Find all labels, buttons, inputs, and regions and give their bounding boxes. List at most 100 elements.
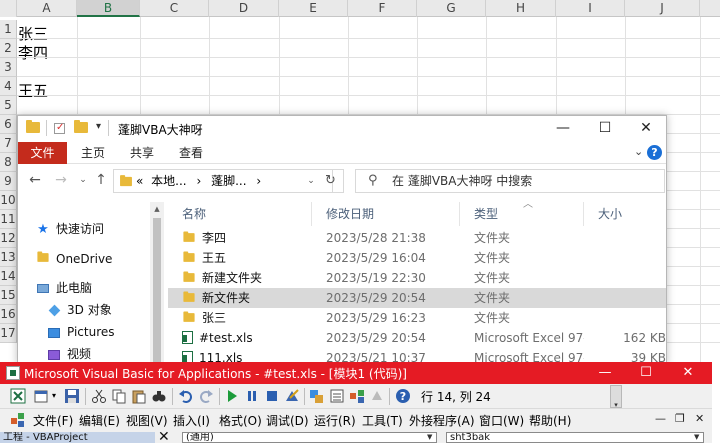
column-header-b[interactable]: B bbox=[77, 0, 140, 17]
breadcrumb-separator[interactable]: › bbox=[196, 174, 201, 188]
column-header-a[interactable]: A bbox=[17, 0, 77, 17]
menu-debug[interactable]: 调试(D) bbox=[266, 412, 309, 429]
cell-a4[interactable]: 王五 bbox=[18, 80, 48, 102]
row-header-8[interactable]: 8 bbox=[0, 153, 17, 172]
copy-icon[interactable] bbox=[111, 388, 127, 404]
vba-close-button[interactable]: ✕ bbox=[668, 362, 708, 384]
menu-edit[interactable]: 编辑(E) bbox=[79, 412, 120, 429]
column-header-j[interactable]: J bbox=[625, 0, 700, 17]
address-dropdown-icon[interactable]: ⌄ bbox=[304, 169, 318, 193]
address-overflow-icon[interactable]: « bbox=[136, 174, 143, 188]
ribbon-tab-share[interactable]: 共享 bbox=[130, 142, 154, 164]
row-header-16[interactable]: 16 bbox=[0, 305, 17, 324]
project-explorer-icon[interactable] bbox=[309, 388, 325, 404]
nav-item-onedrive[interactable]: OneDrive bbox=[36, 248, 112, 270]
vba-minimize-button[interactable]: — bbox=[585, 362, 625, 384]
menu-help[interactable]: 帮助(H) bbox=[529, 412, 571, 429]
toolbar-options-chevron-icon[interactable]: ▾ bbox=[610, 385, 622, 409]
child-restore-icon[interactable]: ❐ bbox=[675, 412, 685, 425]
column-header-d[interactable]: D bbox=[209, 0, 279, 17]
file-row[interactable]: 新建文件夹 2023/5/19 22:30 文件夹 bbox=[168, 268, 666, 288]
help-icon[interactable]: ? bbox=[647, 145, 662, 160]
breadcrumb-separator[interactable]: › bbox=[256, 174, 261, 188]
redo-icon[interactable] bbox=[198, 388, 214, 404]
column-header-g[interactable]: G bbox=[417, 0, 486, 17]
row-header-10[interactable]: 10 bbox=[0, 191, 17, 210]
breadcrumb-local[interactable]: 本地... bbox=[151, 174, 186, 188]
paste-icon[interactable] bbox=[131, 388, 147, 404]
up-arrow-icon[interactable]: ↑ bbox=[92, 172, 110, 188]
ribbon-tab-home[interactable]: 主页 bbox=[81, 142, 105, 164]
menu-window[interactable]: 窗口(W) bbox=[479, 412, 524, 429]
scroll-up-arrow-icon[interactable]: ▲ bbox=[150, 202, 164, 216]
child-close-icon[interactable]: ✕ bbox=[695, 412, 704, 425]
row-header-12[interactable]: 12 bbox=[0, 229, 17, 248]
file-row[interactable]: 王五 2023/5/29 16:04 文件夹 bbox=[168, 248, 666, 268]
row-header-4[interactable]: 4 bbox=[0, 77, 17, 96]
file-row[interactable]: #test.xls 2023/5/29 20:54 Microsoft Excel … bbox=[168, 328, 666, 348]
column-header-e[interactable]: E bbox=[279, 0, 348, 17]
child-minimize-icon[interactable]: — bbox=[655, 412, 666, 425]
nav-item-3d-objects[interactable]: 3D 对象 bbox=[47, 299, 112, 321]
menu-view[interactable]: 视图(V) bbox=[126, 412, 168, 429]
run-icon[interactable] bbox=[224, 388, 240, 404]
cut-icon[interactable] bbox=[91, 388, 107, 404]
insert-module-icon[interactable] bbox=[34, 388, 50, 404]
vba-titlebar[interactable]: Microsoft Visual Basic for Applications … bbox=[0, 362, 712, 384]
back-arrow-icon[interactable]: ← bbox=[26, 172, 44, 188]
row-header-1[interactable]: 1 bbox=[0, 20, 17, 39]
row-header-13[interactable]: 13 bbox=[0, 248, 17, 267]
nav-item-quick-access[interactable]: ★ 快速访问 bbox=[36, 218, 104, 240]
procedure-combo-chevron-icon[interactable]: ▼ bbox=[694, 433, 699, 441]
save-icon[interactable] bbox=[64, 388, 80, 404]
object-browser-icon[interactable] bbox=[349, 388, 365, 404]
row-header-14[interactable]: 14 bbox=[0, 267, 17, 286]
column-header-f[interactable]: F bbox=[348, 0, 417, 17]
menu-insert[interactable]: 插入(I) bbox=[173, 412, 210, 429]
vba-module-icon[interactable] bbox=[10, 412, 28, 428]
row-header-2[interactable]: 2 bbox=[0, 39, 17, 58]
undo-icon[interactable] bbox=[178, 388, 194, 404]
file-row[interactable]: 张三 2023/5/29 16:23 文件夹 bbox=[168, 308, 666, 328]
forward-arrow-icon[interactable]: → bbox=[52, 172, 70, 188]
excel-view-icon[interactable] bbox=[10, 388, 26, 404]
break-icon[interactable] bbox=[244, 388, 260, 404]
explorer-titlebar[interactable]: ✓ ▾ 蓬脚VBA大神呀 — ☐ ✕ bbox=[18, 116, 666, 142]
procedure-combo[interactable]: sht3bak bbox=[446, 432, 704, 443]
help-icon[interactable]: ? bbox=[395, 388, 411, 404]
find-icon[interactable] bbox=[151, 388, 167, 404]
file-row[interactable]: 新文件夹 2023/5/29 20:54 文件夹 bbox=[168, 288, 666, 308]
row-header-17[interactable]: 17 bbox=[0, 324, 17, 343]
new-folder-icon[interactable] bbox=[74, 120, 88, 134]
nav-item-pictures[interactable]: Pictures bbox=[47, 321, 115, 343]
row-header-15[interactable]: 15 bbox=[0, 286, 17, 305]
properties-icon[interactable]: ✓ bbox=[54, 122, 65, 134]
customize-quick-access-icon[interactable]: ▾ bbox=[96, 121, 101, 132]
scrollbar-thumb[interactable] bbox=[153, 218, 161, 364]
design-mode-icon[interactable] bbox=[284, 388, 300, 404]
row-header-6[interactable]: 6 bbox=[0, 115, 17, 134]
breadcrumb-folder[interactable]: 蓬脚... bbox=[211, 174, 246, 188]
row-header-11[interactable]: 11 bbox=[0, 210, 17, 229]
menu-tools[interactable]: 工具(T) bbox=[362, 412, 403, 429]
column-size[interactable]: 大小 bbox=[584, 202, 666, 226]
column-header-h[interactable]: H bbox=[486, 0, 556, 17]
row-header-9[interactable]: 9 bbox=[0, 172, 17, 191]
reset-icon[interactable] bbox=[264, 388, 280, 404]
cell-a2[interactable]: 李四 bbox=[18, 42, 48, 64]
nav-item-this-pc[interactable]: 此电脑 bbox=[36, 277, 92, 299]
address-bar[interactable]: « 本地... › 蓬脚... › bbox=[113, 169, 333, 193]
column-date-modified[interactable]: 修改日期 bbox=[312, 202, 460, 226]
menu-format[interactable]: 格式(O) bbox=[219, 412, 262, 429]
toolbox-icon[interactable] bbox=[369, 388, 385, 404]
select-all-corner[interactable] bbox=[0, 0, 17, 17]
object-combo[interactable]: (通用) bbox=[182, 432, 437, 443]
column-name[interactable]: 名称 bbox=[168, 202, 312, 226]
insert-dropdown-icon[interactable]: ▾ bbox=[52, 391, 56, 400]
refresh-icon[interactable]: ↻ bbox=[318, 169, 344, 193]
ribbon-tab-view[interactable]: 查看 bbox=[179, 142, 203, 164]
ribbon-expand-chevron-icon[interactable]: ⌄ bbox=[634, 145, 643, 158]
file-row[interactable]: 李四 2023/5/28 21:38 文件夹 bbox=[168, 228, 666, 248]
row-header-5[interactable]: 5 bbox=[0, 96, 17, 115]
column-header-i[interactable]: I bbox=[556, 0, 625, 17]
